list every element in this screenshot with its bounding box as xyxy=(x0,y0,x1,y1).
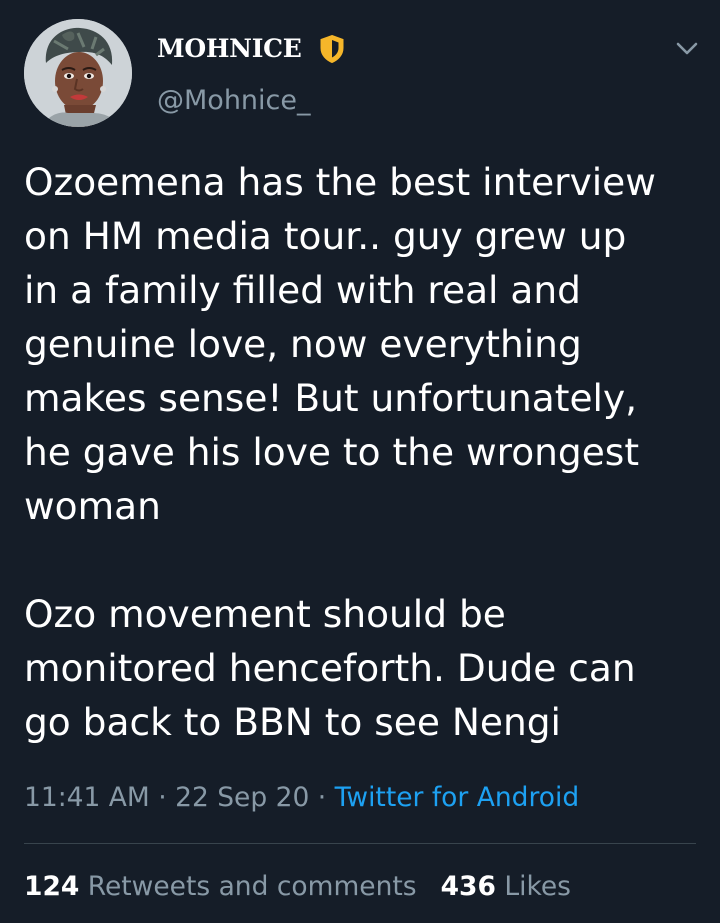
tweet-text: Ozoemena has the best interview on HM me… xyxy=(24,160,656,744)
retweets-stat[interactable]: 124 Retweets and comments xyxy=(24,871,417,902)
user-handle[interactable]: @Mohnice_ xyxy=(157,85,311,117)
tweet-date: 22 Sep 20 xyxy=(175,782,310,813)
tweet-meta: 11:41 AM · 22 Sep 20 · Twitter for Andro… xyxy=(24,780,579,816)
tweet-stats: 124 Retweets and comments 436 Likes xyxy=(24,869,571,905)
likes-label: Likes xyxy=(495,871,571,902)
tweet-time: 11:41 AM xyxy=(24,782,150,813)
tweet-source-link[interactable]: Twitter for Android xyxy=(335,782,580,813)
shield-icon xyxy=(320,34,344,64)
retweets-label: Retweets and comments xyxy=(79,871,417,902)
avatar[interactable] xyxy=(24,19,132,127)
likes-stat[interactable]: 436 Likes xyxy=(441,871,571,902)
display-name[interactable]: MOHNICE xyxy=(157,33,302,65)
retweets-count: 124 xyxy=(24,871,80,902)
profile-photo xyxy=(24,19,132,127)
tweet-detail: MOHNICE @Mohnice_ Ozoemena has the best … xyxy=(0,0,720,923)
likes-count: 436 xyxy=(440,871,496,902)
meta-separator: · xyxy=(149,782,176,813)
divider xyxy=(24,843,696,844)
chevron-down-icon[interactable] xyxy=(673,34,701,62)
meta-separator: · xyxy=(309,782,335,813)
